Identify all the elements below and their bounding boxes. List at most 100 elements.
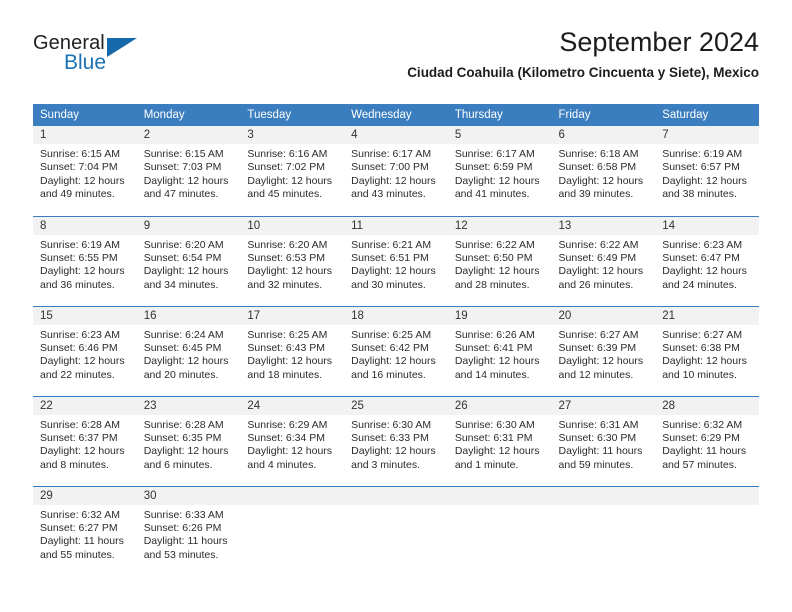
daylight-text: and 45 minutes. xyxy=(247,188,323,201)
daylight-text: and 24 minutes. xyxy=(662,278,737,291)
page-title: September 2024 xyxy=(559,27,759,57)
sunset-text: Sunset: 6:47 PM xyxy=(662,251,740,264)
calendar-day-cell[interactable]: 8 Sunrise: 6:19 AM Sunset: 6:55 PM Daylight… xyxy=(33,215,137,306)
daylight-text: and 16 minutes. xyxy=(351,368,426,381)
daylight-text: and 22 minutes. xyxy=(40,368,115,381)
daylight-text: Daylight: 12 hours xyxy=(40,355,125,368)
calendar-empty-cell xyxy=(447,485,552,563)
calendar-day-cell[interactable]: 17 Sunrise: 6:25 AM Sunset: 6:43 PM Dayligh… xyxy=(240,305,345,396)
logo[interactable]: General Blue xyxy=(33,32,163,78)
sunrise-text: Sunrise: 6:15 AM xyxy=(40,148,120,160)
daylight-text: and 18 minutes. xyxy=(247,368,323,381)
day-number: 8 xyxy=(33,216,137,235)
sunset-text: Sunset: 6:51 PM xyxy=(351,251,429,264)
calendar-day-cell[interactable]: 14 Sunrise: 6:23 AM Sunset: 6:47 PM Dayligh… xyxy=(655,215,759,306)
calendar-day-cell[interactable]: 25 Sunrise: 6:30 AM Sunset: 6:33 PM Dayligh… xyxy=(344,395,448,486)
calendar-day-cell[interactable]: 9 Sunrise: 6:20 AM Sunset: 6:54 PM Daylight… xyxy=(136,215,241,306)
sunset-text: Sunset: 6:57 PM xyxy=(662,161,740,174)
daylight-text: Daylight: 12 hours xyxy=(247,445,333,458)
daylight-text: Daylight: 12 hours xyxy=(351,355,436,368)
day-details: Sunrise: 6:17 AM Sunset: 7:00 PM Daylight:… xyxy=(344,144,448,202)
calendar-day-cell[interactable]: 12 Sunrise: 6:22 AM Sunset: 6:50 PM Dayligh… xyxy=(447,215,552,306)
daylight-text: Daylight: 12 hours xyxy=(351,445,436,458)
sunset-text: Sunset: 6:55 PM xyxy=(40,251,118,264)
calendar-day-cell[interactable]: 27 Sunrise: 6:31 AM Sunset: 6:30 PM Dayligh… xyxy=(551,395,656,486)
day-number xyxy=(447,486,552,505)
calendar-day-cell[interactable]: 7 Sunrise: 6:19 AM Sunset: 6:57 PM Daylight… xyxy=(655,126,759,216)
calendar-day-cell[interactable]: 2 Sunrise: 6:15 AM Sunset: 7:03 PM Daylight… xyxy=(136,126,241,216)
day-details: Sunrise: 6:29 AM Sunset: 6:34 PM Daylight:… xyxy=(240,415,344,473)
sunset-text: Sunset: 6:53 PM xyxy=(247,251,326,264)
calendar-day-cell[interactable]: 24 Sunrise: 6:29 AM Sunset: 6:34 PM Dayligh… xyxy=(240,395,345,486)
sunset-text: Sunset: 6:43 PM xyxy=(247,341,326,354)
daylight-text: Daylight: 12 hours xyxy=(40,174,125,187)
daylight-text: Daylight: 12 hours xyxy=(247,265,333,278)
day-number xyxy=(344,486,448,505)
day-details: Sunrise: 6:21 AM Sunset: 6:51 PM Daylight:… xyxy=(344,235,448,293)
calendar-day-cell[interactable]: 5 Sunrise: 6:17 AM Sunset: 6:59 PM Daylight… xyxy=(447,126,552,216)
calendar-day-cell[interactable]: 20 Sunrise: 6:27 AM Sunset: 6:39 PM Dayligh… xyxy=(551,305,656,396)
day-details: Sunrise: 6:17 AM Sunset: 6:59 PM Daylight:… xyxy=(448,144,552,202)
calendar-day-cell[interactable]: 1 Sunrise: 6:15 AM Sunset: 7:04 PM Daylight… xyxy=(33,126,137,216)
calendar-day-cell[interactable]: 18 Sunrise: 6:25 AM Sunset: 6:42 PM Dayligh… xyxy=(344,305,448,396)
day-number: 7 xyxy=(655,126,759,144)
sunrise-text: Sunrise: 6:28 AM xyxy=(40,418,120,431)
calendar-day-cell[interactable]: 3 Sunrise: 6:16 AM Sunset: 7:02 PM Daylight… xyxy=(240,126,345,216)
daylight-text: Daylight: 12 hours xyxy=(662,174,747,187)
calendar-day-cell[interactable]: 16 Sunrise: 6:24 AM Sunset: 6:45 PM Dayligh… xyxy=(136,305,241,396)
calendar-day-cell[interactable]: 10 Sunrise: 6:20 AM Sunset: 6:53 PM Dayligh… xyxy=(240,215,345,306)
sunrise-text: Sunrise: 6:32 AM xyxy=(40,508,120,521)
sunrise-text: Sunrise: 6:17 AM xyxy=(454,148,535,160)
daylight-text: Daylight: 12 hours xyxy=(247,355,333,368)
calendar-empty-cell xyxy=(240,485,345,563)
day-details: Sunrise: 6:27 AM Sunset: 6:39 PM Daylight:… xyxy=(552,325,656,383)
calendar-day-cell[interactable]: 30 Sunrise: 6:33 AM Sunset: 6:26 PM Dayligh… xyxy=(136,485,241,563)
sunrise-text: Sunrise: 6:29 AM xyxy=(247,418,328,431)
calendar-day-cell[interactable]: 15 Sunrise: 6:23 AM Sunset: 6:46 PM Dayligh… xyxy=(33,305,137,396)
sunrise-text: Sunrise: 6:19 AM xyxy=(40,238,120,251)
sunset-text: Sunset: 6:30 PM xyxy=(558,431,637,444)
sunset-text: Sunset: 6:34 PM xyxy=(247,431,326,444)
day-number: 27 xyxy=(551,396,656,415)
calendar-day-cell[interactable]: 26 Sunrise: 6:30 AM Sunset: 6:31 PM Dayligh… xyxy=(447,395,552,486)
daylight-text: and 39 minutes. xyxy=(558,188,634,201)
calendar-week-row: 22 Sunrise: 6:28 AM Sunset: 6:37 PM Dayligh… xyxy=(33,395,759,486)
day-number: 29 xyxy=(33,486,137,505)
day-number: 17 xyxy=(240,306,345,325)
calendar-day-cell[interactable]: 22 Sunrise: 6:28 AM Sunset: 6:37 PM Dayligh… xyxy=(33,395,137,486)
sunset-text: Sunset: 6:35 PM xyxy=(143,431,222,444)
sunrise-text: Sunrise: 6:27 AM xyxy=(662,328,743,341)
day-details: Sunrise: 6:23 AM Sunset: 6:47 PM Daylight:… xyxy=(655,235,759,293)
sunrise-text: Sunrise: 6:24 AM xyxy=(143,328,224,341)
day-number: 13 xyxy=(551,216,656,235)
calendar-day-cell[interactable]: 11 Sunrise: 6:21 AM Sunset: 6:51 PM Dayligh… xyxy=(344,215,448,306)
triangle-icon xyxy=(107,38,137,57)
day-details: Sunrise: 6:19 AM Sunset: 6:55 PM Daylight:… xyxy=(33,235,137,293)
sunset-text: Sunset: 6:29 PM xyxy=(662,431,740,444)
calendar-day-cell[interactable]: 23 Sunrise: 6:28 AM Sunset: 6:35 PM Dayligh… xyxy=(136,395,241,486)
daylight-text: and 43 minutes. xyxy=(351,188,426,201)
calendar-day-cell[interactable]: 19 Sunrise: 6:26 AM Sunset: 6:41 PM Dayligh… xyxy=(447,305,552,396)
title-block: September 2024 Ciudad Coahuila (Kilometr… xyxy=(407,26,759,81)
day-number: 5 xyxy=(447,126,552,144)
calendar-day-cell[interactable]: 29 Sunrise: 6:32 AM Sunset: 6:27 PM Dayligh… xyxy=(33,485,137,563)
daylight-text: Daylight: 12 hours xyxy=(662,265,747,278)
calendar-day-cell[interactable]: 4 Sunrise: 6:17 AM Sunset: 7:00 PM Daylight… xyxy=(344,126,448,216)
daylight-text: Daylight: 12 hours xyxy=(247,174,333,187)
sunrise-text: Sunrise: 6:16 AM xyxy=(247,148,328,160)
day-details: Sunrise: 6:22 AM Sunset: 6:50 PM Daylight:… xyxy=(448,235,552,293)
calendar-day-cell[interactable]: 6 Sunrise: 6:18 AM Sunset: 6:58 PM Daylight… xyxy=(551,126,656,216)
daylight-text: and 41 minutes. xyxy=(454,188,530,201)
calendar-day-cell[interactable]: 28 Sunrise: 6:32 AM Sunset: 6:29 PM Dayligh… xyxy=(655,395,759,486)
day-details: Sunrise: 6:33 AM Sunset: 6:26 PM Daylight:… xyxy=(137,505,241,563)
day-details: Sunrise: 6:18 AM Sunset: 6:58 PM Daylight:… xyxy=(552,144,656,202)
day-details: Sunrise: 6:30 AM Sunset: 6:33 PM Daylight:… xyxy=(344,415,448,473)
calendar-day-cell[interactable]: 13 Sunrise: 6:22 AM Sunset: 6:49 PM Dayligh… xyxy=(551,215,656,306)
weekday-header-monday: Monday xyxy=(136,104,241,126)
day-number: 30 xyxy=(136,486,241,505)
daylight-text: and 36 minutes. xyxy=(40,278,115,291)
sunset-text: Sunset: 7:03 PM xyxy=(143,161,222,174)
sunset-text: Sunset: 6:37 PM xyxy=(40,431,118,444)
calendar-day-cell[interactable]: 21 Sunrise: 6:27 AM Sunset: 6:38 PM Dayligh… xyxy=(655,305,759,396)
day-number: 18 xyxy=(344,306,448,325)
